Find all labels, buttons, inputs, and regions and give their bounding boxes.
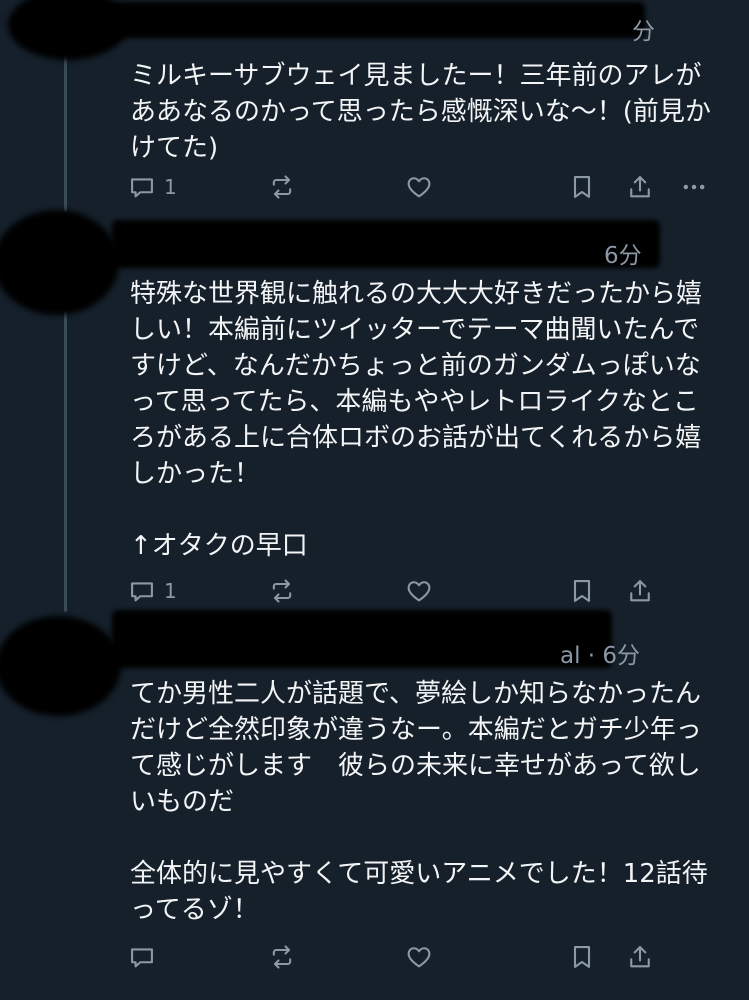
share-icon xyxy=(626,943,654,971)
action-bar: 1 xyxy=(128,574,718,608)
timestamp[interactable]: al · 6分 xyxy=(560,636,640,670)
retweet-button[interactable] xyxy=(268,940,296,974)
timestamp[interactable]: 分 xyxy=(632,12,655,46)
tweet-text: ミルキーサブウェイ見ましたー！三年前のアレがああなるのかって思ったら感慨深いな〜… xyxy=(130,61,711,163)
more-button[interactable] xyxy=(680,170,708,204)
retweet-button[interactable] xyxy=(268,574,296,608)
tweet-text: 全体的に見やすくて可愛いアニメでした！12話待ってるゾ！ xyxy=(130,859,708,925)
like-button[interactable] xyxy=(405,170,433,204)
tweet-2[interactable]: 6分 特殊な世界観に触れるの大大大好きだったから嬉しい！本編前にツイッターでテー… xyxy=(0,210,749,612)
reply-icon xyxy=(128,943,156,971)
thread-line xyxy=(64,310,67,612)
bookmark-button[interactable] xyxy=(568,940,596,974)
reply-button[interactable]: 1 xyxy=(128,170,177,204)
bookmark-button[interactable] xyxy=(568,170,596,204)
like-button[interactable] xyxy=(405,940,433,974)
more-icon xyxy=(680,173,708,201)
share-icon xyxy=(626,577,654,605)
retweet-button[interactable] xyxy=(268,170,296,204)
retweet-icon xyxy=(268,577,296,605)
share-button[interactable] xyxy=(626,170,654,204)
heart-icon xyxy=(405,173,433,201)
bookmark-icon xyxy=(568,943,596,971)
reply-button[interactable]: 1 xyxy=(128,574,177,608)
reply-icon xyxy=(128,173,156,201)
heart-icon xyxy=(405,943,433,971)
redacted-username xyxy=(112,220,660,268)
tweet-text: てか男性二人が話題で、夢絵しか知らなかったんだけど全然印象が違うなー。本編だとガ… xyxy=(130,679,702,817)
bookmark-icon xyxy=(568,173,596,201)
bookmark-button[interactable] xyxy=(568,574,596,608)
tweet-3[interactable]: al · 6分 てか男性二人が話題で、夢絵しか知らなかったんだけど全然印象が違う… xyxy=(0,610,749,1000)
share-icon xyxy=(626,173,654,201)
tweet-body: ミルキーサブウェイ見ましたー！三年前のアレがああなるのかって思ったら感慨深いな〜… xyxy=(130,58,720,166)
redacted-username xyxy=(105,2,645,38)
retweet-icon xyxy=(268,173,296,201)
redacted-avatar xyxy=(0,210,119,315)
redacted-username xyxy=(112,610,612,668)
tweet-text: ↑オタクの早口 xyxy=(130,531,308,561)
reply-icon xyxy=(128,577,156,605)
action-bar: 1 xyxy=(128,170,718,204)
tweet-text: 特殊な世界観に触れるの大大大好きだったから嬉しい！本編前にツイッターでテーマ曲聞… xyxy=(130,279,703,489)
like-button[interactable] xyxy=(405,574,433,608)
reply-count: 1 xyxy=(164,579,177,603)
tweet-body: てか男性二人が話題で、夢絵しか知らなかったんだけど全然印象が違うなー。本編だとガ… xyxy=(130,676,720,928)
heart-icon xyxy=(405,577,433,605)
reply-count: 1 xyxy=(164,175,177,199)
bookmark-icon xyxy=(568,577,596,605)
redacted-avatar xyxy=(0,616,121,716)
retweet-icon xyxy=(268,943,296,971)
share-button[interactable] xyxy=(626,940,654,974)
timestamp[interactable]: 6分 xyxy=(604,236,642,270)
tweet-1[interactable]: 分 ミルキーサブウェイ見ましたー！三年前のアレがああなるのかって思ったら感慨深い… xyxy=(0,0,749,212)
tweet-body: 特殊な世界観に触れるの大大大好きだったから嬉しい！本編前にツイッターでテーマ曲聞… xyxy=(130,276,720,564)
action-bar xyxy=(128,940,718,974)
reply-button[interactable] xyxy=(128,940,164,974)
thread-line xyxy=(64,40,67,212)
share-button[interactable] xyxy=(626,574,654,608)
